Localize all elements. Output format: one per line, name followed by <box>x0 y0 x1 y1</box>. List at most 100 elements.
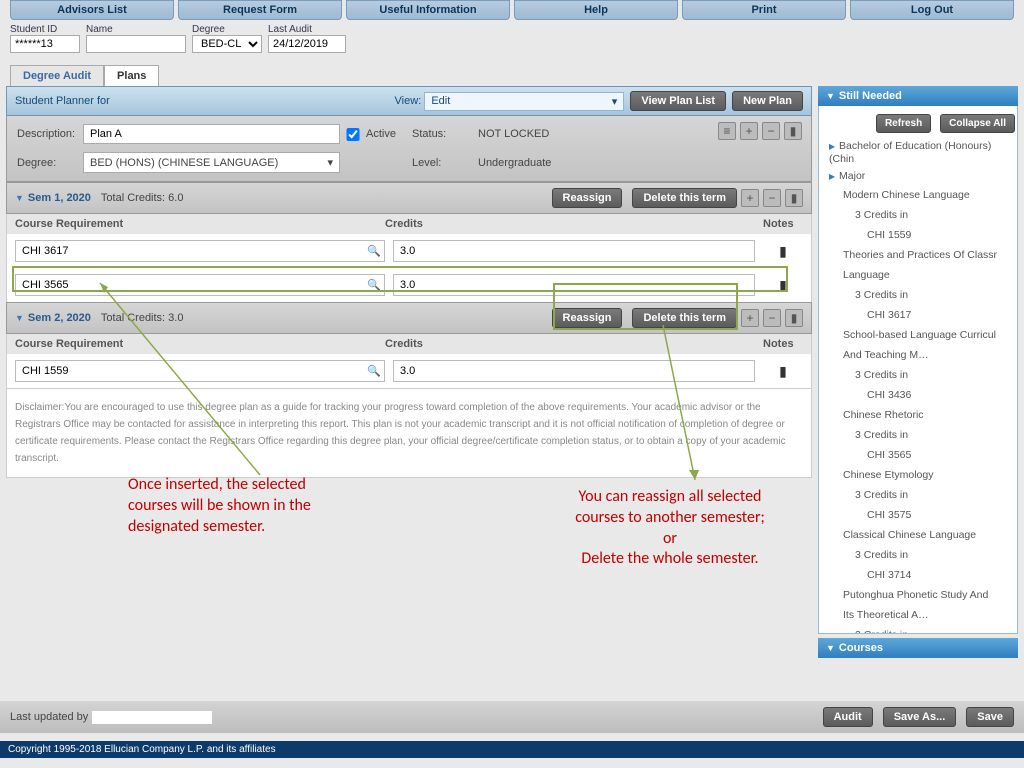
tree-course[interactable]: CHI 3575 <box>821 505 1015 525</box>
sem1-row-1: 🔍 ▮ <box>6 268 812 302</box>
sem1-header: Sem 1, 2020 Total Credits: 6.0 Reassign … <box>6 182 812 214</box>
student-id-label: Student ID <box>10 24 80 35</box>
still-needed-header[interactable]: Still Needed <box>818 86 1018 106</box>
tree-req[interactable]: Modern Chinese Language <box>821 185 1015 205</box>
note-icon[interactable]: ▮ <box>763 243 803 260</box>
tree-credits: 3 Credits in <box>821 425 1015 445</box>
active-checkbox[interactable] <box>346 128 360 141</box>
active-label: Active <box>366 128 406 140</box>
remove-icon[interactable]: − <box>762 122 780 140</box>
nav-request[interactable]: Request Form <box>178 0 342 20</box>
sem1-add-icon[interactable]: + <box>741 189 759 207</box>
sem2-course-0[interactable] <box>15 360 385 382</box>
degree-select2[interactable]: BED (HONS) (CHINESE LANGUAGE)▾ <box>83 152 340 173</box>
save-as-button[interactable]: Save As... <box>883 707 957 727</box>
nav-help[interactable]: Help <box>514 0 678 20</box>
search-icon[interactable]: 🔍 <box>367 245 381 258</box>
last-audit-label: Last Audit <box>268 24 346 35</box>
view-select[interactable]: Edit▾ <box>424 92 624 111</box>
sem1-remove-icon[interactable]: − <box>763 189 781 207</box>
name-label: Name <box>86 24 186 35</box>
tree-credits: 3 Credits in <box>821 485 1015 505</box>
status-label: Status: <box>412 128 472 140</box>
sem1-credits-0[interactable] <box>393 240 755 262</box>
name-input[interactable] <box>86 35 186 53</box>
tree-credits: 3 Credits in <box>821 545 1015 565</box>
sem1-credits-1[interactable] <box>393 274 755 296</box>
copyright: Copyright 1995-2018 Ellucian Company L.P… <box>0 741 1024 758</box>
tab-degree-audit[interactable]: Degree Audit <box>10 65 104 86</box>
tree-course[interactable]: CHI 3617 <box>821 305 1015 325</box>
sem1-row-0: 🔍 ▮ <box>6 234 812 268</box>
courses-header[interactable]: Courses <box>818 638 1018 658</box>
tree-major[interactable]: ▸Major <box>821 167 1015 185</box>
audit-button[interactable]: Audit <box>823 707 873 727</box>
sem2-remove-icon[interactable]: − <box>763 309 781 327</box>
planner-label: Student Planner for <box>15 95 110 107</box>
nav-advisors[interactable]: Advisors List <box>10 0 174 20</box>
note-icon[interactable]: ▮ <box>784 122 802 140</box>
still-needed-body: Refresh Collapse All ▸Bachelor of Educat… <box>818 106 1018 634</box>
tree-req[interactable]: Putonghua Phonetic Study And <box>821 585 1015 605</box>
tree-course[interactable]: CHI 3714 <box>821 565 1015 585</box>
tree-course[interactable]: CHI 1559 <box>821 225 1015 245</box>
sem2-credits-0[interactable] <box>393 360 755 382</box>
new-plan-button[interactable]: New Plan <box>732 91 803 111</box>
save-button[interactable]: Save <box>966 707 1014 727</box>
tree-credits: 3 Credits in <box>821 285 1015 305</box>
view-plan-list-button[interactable]: View Plan List <box>630 91 726 111</box>
note-icon[interactable]: ▮ <box>763 277 803 294</box>
tree-req[interactable]: Theories and Practices Of Classr <box>821 245 1015 265</box>
search-icon[interactable]: 🔍 <box>367 365 381 378</box>
sem2-title[interactable]: Sem 2, 2020 <box>15 312 91 324</box>
nav-logout[interactable]: Log Out <box>850 0 1014 20</box>
id-row: Student ID Name DegreeBED-CL Last Audit <box>0 20 1024 57</box>
sem1-col-credits: Credits <box>385 218 763 230</box>
tree-degree[interactable]: ▸Bachelor of Education (Honours) (Chin <box>821 137 1015 167</box>
collapse-all-button[interactable]: Collapse All <box>940 114 1015 133</box>
note-icon[interactable]: ▮ <box>763 363 803 380</box>
tree-course[interactable]: CHI 3436 <box>821 385 1015 405</box>
student-id-input[interactable] <box>10 35 80 53</box>
description-input[interactable] <box>83 124 340 144</box>
tree-req[interactable]: And Teaching M… <box>821 345 1015 365</box>
tree-req[interactable]: Its Theoretical A… <box>821 605 1015 625</box>
tree-req[interactable]: Language <box>821 265 1015 285</box>
planner-bar: Student Planner for View: Edit▾ View Pla… <box>6 86 812 116</box>
sem1-total-credits: Total Credits: 6.0 <box>101 192 184 204</box>
level-label: Level: <box>412 157 472 169</box>
sem1-delete-button[interactable]: Delete this term <box>632 188 737 208</box>
sem2-note-icon[interactable]: ▮ <box>785 309 803 327</box>
disclaimer-text: Disclaimer:You are encouraged to use thi… <box>6 388 812 478</box>
add-icon[interactable]: + <box>740 122 758 140</box>
reorder-icon[interactable]: ≡ <box>718 122 736 140</box>
sem2-add-icon[interactable]: + <box>741 309 759 327</box>
nav-info[interactable]: Useful Information <box>346 0 510 20</box>
sub-tabs: Degree Audit Plans <box>10 65 1024 86</box>
tree-req[interactable]: Classical Chinese Language <box>821 525 1015 545</box>
tab-plans[interactable]: Plans <box>104 65 159 86</box>
refresh-button[interactable]: Refresh <box>876 114 931 133</box>
tree-credits: 3 Credits in <box>821 365 1015 385</box>
search-icon[interactable]: 🔍 <box>367 279 381 292</box>
tree-req[interactable]: Chinese Etymology <box>821 465 1015 485</box>
degree-select[interactable]: BED-CL <box>192 35 262 53</box>
status-bar: Last updated by Audit Save As... Save <box>0 701 1024 733</box>
degree-label2: Degree: <box>17 157 77 169</box>
sem2-reassign-button[interactable]: Reassign <box>552 308 623 328</box>
sem1-reassign-button[interactable]: Reassign <box>552 188 623 208</box>
sem1-course-1[interactable] <box>15 274 385 296</box>
sem2-col-credits: Credits <box>385 338 763 350</box>
tree-course[interactable]: CHI 3565 <box>821 445 1015 465</box>
sem1-note-icon[interactable]: ▮ <box>785 189 803 207</box>
tree-credits: 3 Credits in <box>821 625 1015 634</box>
sem1-course-0[interactable] <box>15 240 385 262</box>
nav-print[interactable]: Print <box>682 0 846 20</box>
sem2-delete-button[interactable]: Delete this term <box>632 308 737 328</box>
sem2-total-credits: Total Credits: 3.0 <box>101 312 184 324</box>
status-value: NOT LOCKED <box>478 128 735 140</box>
sem1-title[interactable]: Sem 1, 2020 <box>15 192 91 204</box>
tree-req[interactable]: School-based Language Curricul <box>821 325 1015 345</box>
last-audit-input[interactable] <box>268 35 346 53</box>
tree-req[interactable]: Chinese Rhetoric <box>821 405 1015 425</box>
